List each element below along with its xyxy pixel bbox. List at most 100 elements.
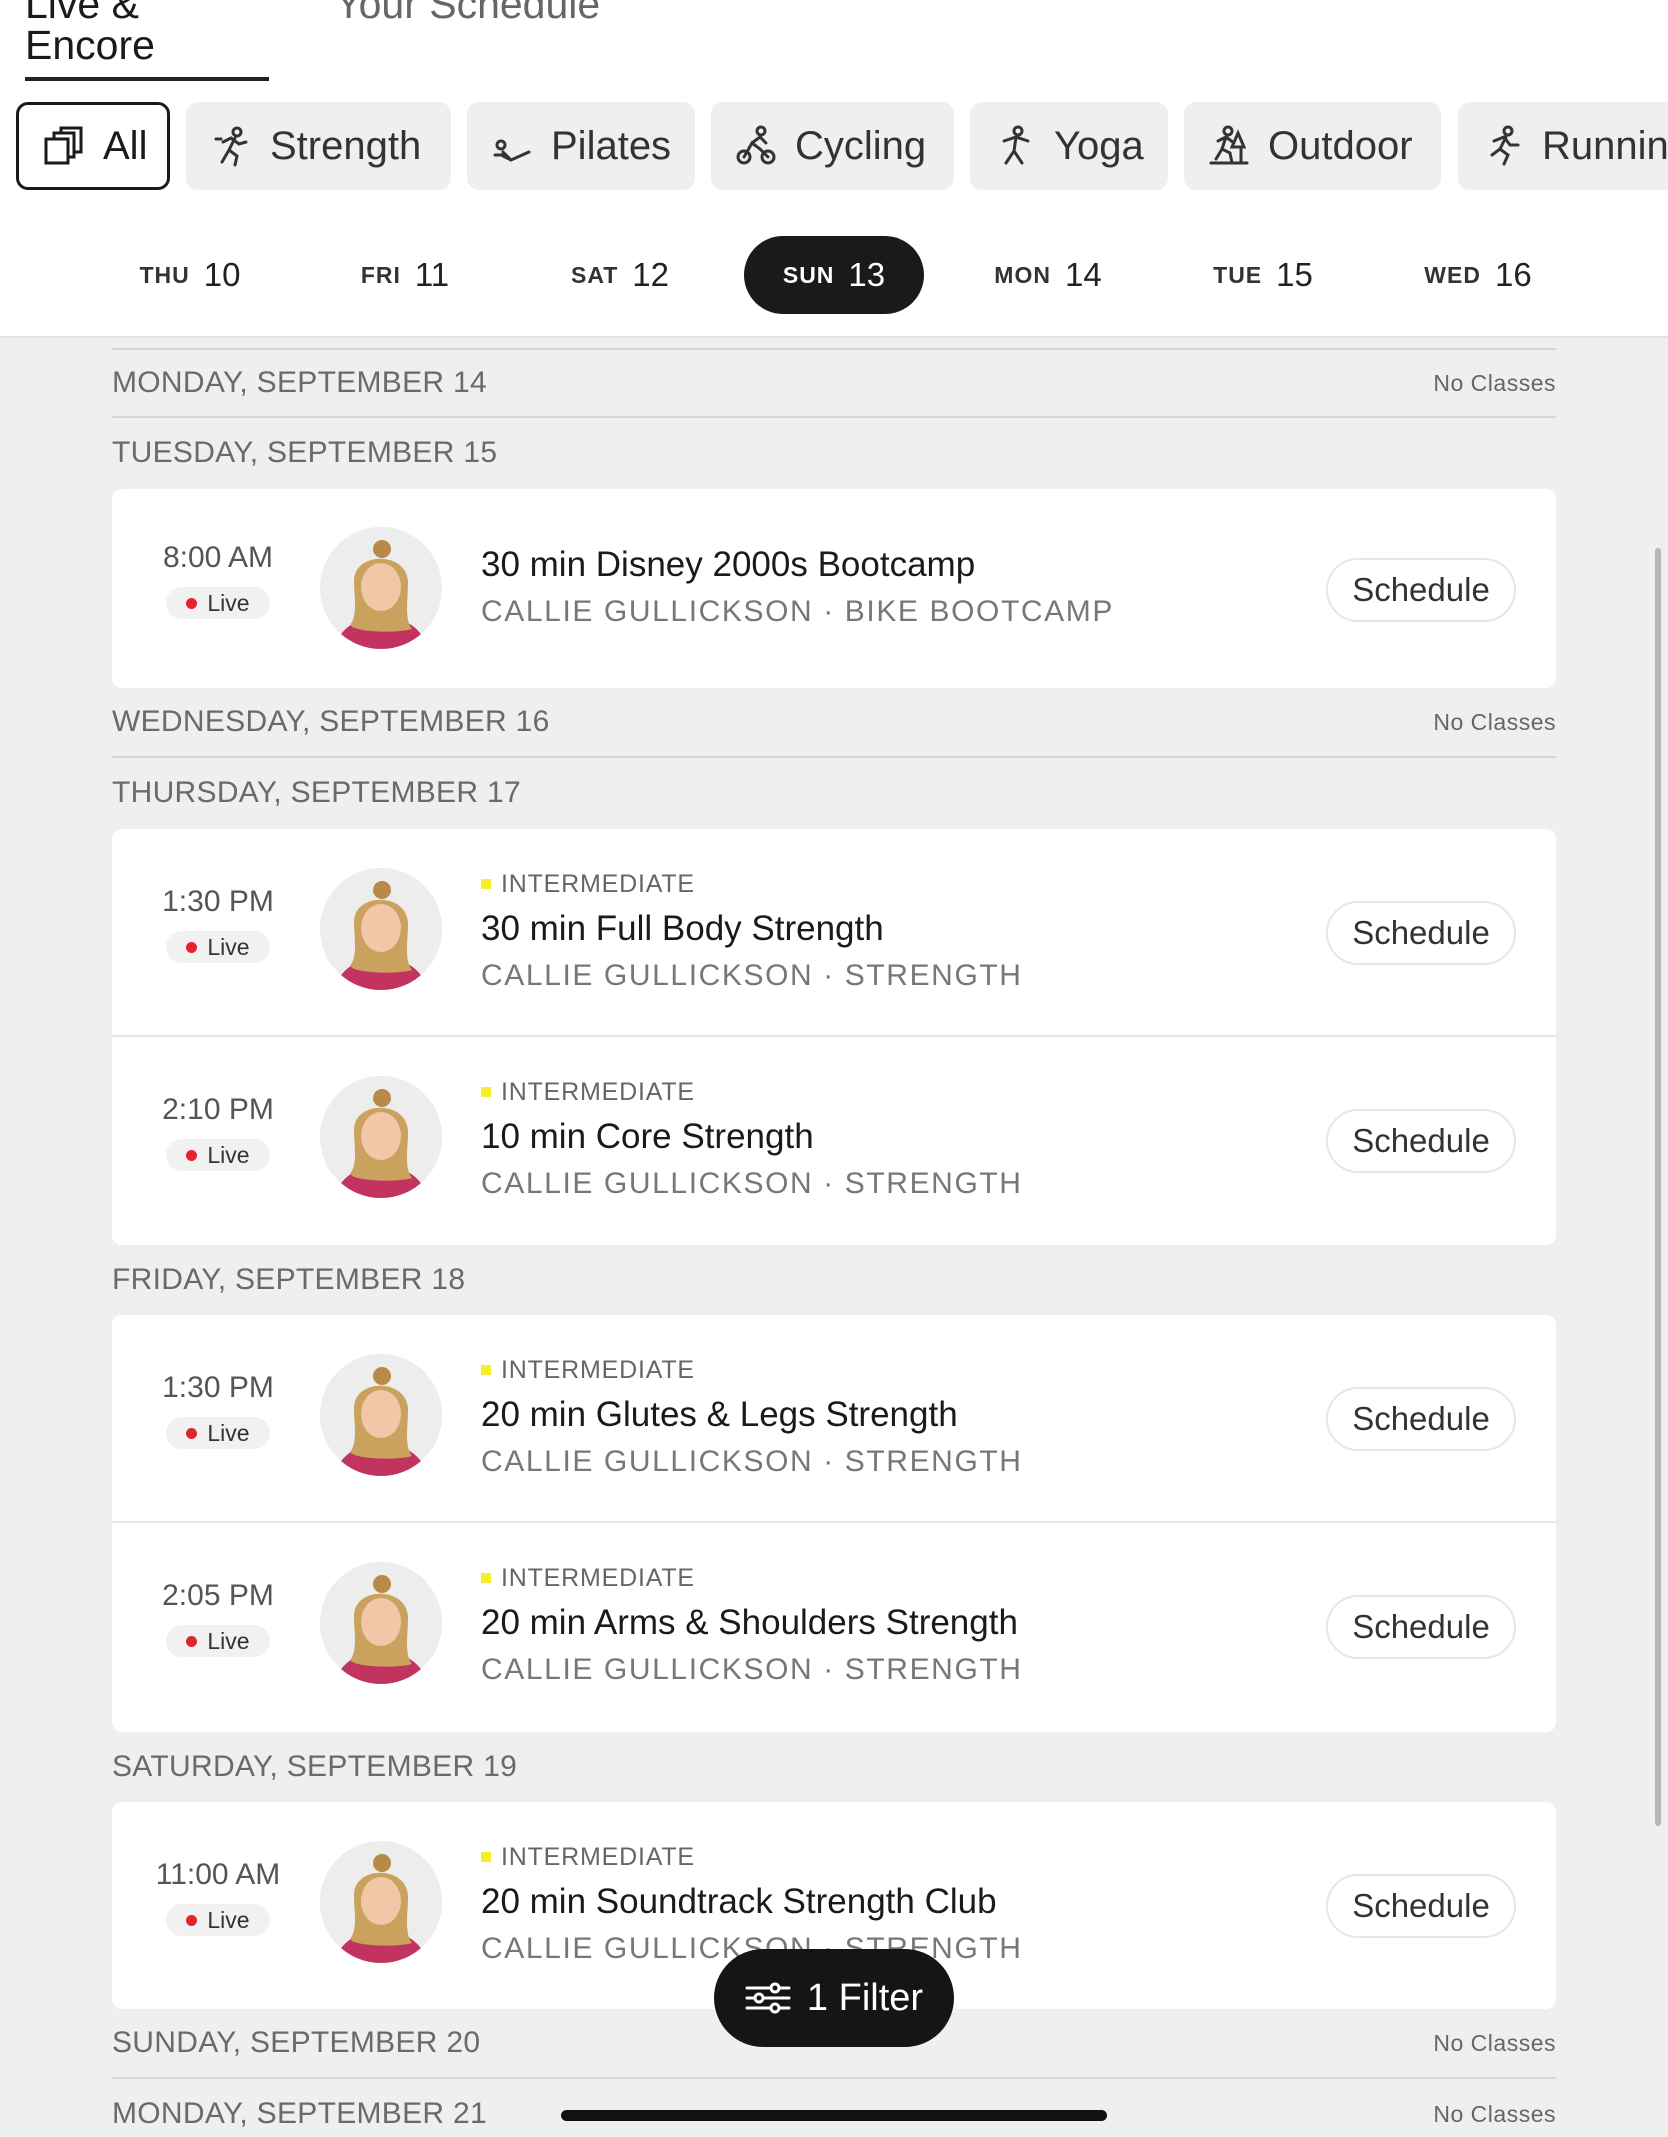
class-info: INTERMEDIATE 30 min Full Body Strength C… — [481, 869, 1023, 993]
class-card: 1:30 PM Live INTERMEDIATE 20 min Glutes … — [112, 1315, 1556, 1732]
pilates-person-icon — [489, 123, 535, 169]
tab-live-encore[interactable]: Live & Encore — [25, 0, 269, 82]
no-classes-label: No Classes — [1433, 369, 1556, 396]
class-meta: CALLIE GULLICKSON · STRENGTH — [481, 1445, 1023, 1478]
live-badge: Live — [166, 1417, 270, 1449]
yoga-person-icon — [992, 123, 1038, 169]
chip-label: Cycling — [795, 123, 927, 168]
day-of-week: TUE — [1213, 261, 1263, 288]
date-fri-11[interactable]: FRI 11 — [335, 236, 475, 314]
class-time: 11:00 AM — [155, 1858, 281, 1891]
live-label: Live — [207, 1419, 250, 1446]
schedule-button[interactable]: Schedule — [1326, 558, 1516, 622]
category-filter-bar: All Strength Pilates Cycling Yoga Outdoo… — [0, 102, 1668, 190]
tab-label: Your Schedule — [335, 0, 601, 27]
day-section-header: TUESDAY, SEPTEMBER 15 — [112, 418, 1556, 488]
day-section-header: MONDAY, SEPTEMBER 14 No Classes — [112, 348, 1556, 418]
chip-label: Strength — [270, 123, 422, 168]
category-chip-outdoor[interactable]: Outdoor — [1184, 102, 1441, 190]
day-section-header: SATURDAY, SEPTEMBER 19 — [112, 1732, 1556, 1802]
schedule-button[interactable]: Schedule — [1326, 1387, 1516, 1451]
date-thu-10[interactable]: THU 10 — [120, 236, 260, 314]
home-indicator — [561, 2110, 1107, 2121]
instructor-avatar — [320, 868, 442, 990]
category-chip-strength[interactable]: Strength — [186, 102, 451, 190]
category-chip-pilates[interactable]: Pilates — [467, 102, 695, 190]
instructor-avatar — [320, 527, 442, 649]
level-label: INTERMEDIATE — [501, 1563, 695, 1592]
schedule-button[interactable]: Schedule — [1326, 1874, 1516, 1938]
filter-button[interactable]: 1 Filter — [714, 1949, 954, 2047]
live-dot-icon — [186, 1427, 198, 1439]
category-chip-cycling[interactable]: Cycling — [711, 102, 954, 190]
date-sat-12[interactable]: SAT 12 — [550, 236, 690, 314]
chip-label: Yoga — [1054, 123, 1144, 168]
schedule-button[interactable]: Schedule — [1326, 901, 1516, 965]
scrollbar[interactable] — [1655, 548, 1661, 1826]
date-mon-14[interactable]: MON 14 — [978, 236, 1118, 314]
level-label: INTERMEDIATE — [501, 1842, 695, 1871]
category-chip-all[interactable]: All — [16, 102, 170, 190]
day-number: 14 — [1064, 256, 1102, 293]
no-classes-label: No Classes — [1433, 2029, 1556, 2056]
class-info: INTERMEDIATE 10 min Core Strength CALLIE… — [481, 1077, 1023, 1201]
date-sun-13[interactable]: SUN 13 — [744, 236, 924, 314]
tab-your-schedule[interactable]: Your Schedule — [335, 0, 600, 41]
instructor-avatar — [320, 1841, 442, 1963]
class-row[interactable]: 2:10 PM Live INTERMEDIATE 10 min Core St… — [112, 1037, 1556, 1245]
day-header-label: TUESDAY, SEPTEMBER 15 — [112, 436, 498, 469]
day-section-header: FRIDAY, SEPTEMBER 18 — [112, 1245, 1556, 1315]
instructor-avatar — [320, 1076, 442, 1198]
class-info: 30 min Disney 2000s Bootcamp CALLIE GULL… — [481, 545, 1114, 629]
class-level: INTERMEDIATE — [481, 1563, 1023, 1593]
date-wed-16[interactable]: WED 16 — [1408, 236, 1548, 314]
category-chip-yoga[interactable]: Yoga — [970, 102, 1168, 190]
class-card: 1:30 PM Live INTERMEDIATE 30 min Full Bo… — [112, 829, 1556, 1245]
schedule-button[interactable]: Schedule — [1326, 1109, 1516, 1173]
day-section-header: MONDAY, SEPTEMBER 21 No Classes — [112, 2079, 1556, 2137]
live-label: Live — [207, 1906, 250, 1933]
class-row[interactable]: 2:05 PM Live INTERMEDIATE 20 min Arms & … — [112, 1523, 1556, 1731]
live-label: Live — [207, 1141, 250, 1168]
chip-label: All — [103, 123, 148, 168]
class-title: 20 min Glutes & Legs Strength — [481, 1395, 958, 1434]
class-title: 20 min Arms & Shoulders Strength — [481, 1603, 1018, 1642]
schedule-button[interactable]: Schedule — [1326, 1595, 1516, 1659]
class-time: 2:05 PM — [162, 1579, 274, 1612]
level-label: INTERMEDIATE — [501, 1077, 695, 1106]
class-title: 30 min Full Body Strength — [481, 909, 884, 948]
day-section-header: THURSDAY, SEPTEMBER 17 — [112, 758, 1556, 828]
class-level: INTERMEDIATE — [481, 1077, 1023, 1107]
day-header-label: SUNDAY, SEPTEMBER 20 — [112, 2026, 481, 2059]
live-dot-icon — [186, 597, 198, 609]
class-level: INTERMEDIATE — [481, 1842, 1023, 1872]
class-row[interactable]: 1:30 PM Live INTERMEDIATE 20 min Glutes … — [112, 1315, 1556, 1523]
day-number: 13 — [848, 256, 886, 293]
class-row[interactable]: 8:00 AM Live 30 min Disney 2000s Bootcam… — [112, 489, 1556, 688]
day-header-label: MONDAY, SEPTEMBER 21 — [112, 2097, 487, 2130]
day-number: 15 — [1276, 256, 1313, 293]
level-marker-icon — [481, 1573, 491, 1583]
class-meta: CALLIE GULLICKSON · STRENGTH — [481, 1167, 1023, 1200]
class-title: 30 min Disney 2000s Bootcamp — [481, 545, 976, 584]
outdoor-person-icon — [1206, 123, 1252, 169]
category-chip-running[interactable]: Running — [1458, 102, 1668, 190]
level-marker-icon — [481, 1852, 491, 1862]
class-level: INTERMEDIATE — [481, 869, 1023, 899]
live-dot-icon — [186, 1635, 198, 1647]
day-header-label: THURSDAY, SEPTEMBER 17 — [112, 776, 521, 809]
running-person-icon — [1480, 123, 1526, 169]
date-tue-15[interactable]: TUE 15 — [1193, 236, 1333, 314]
chip-label: Pilates — [551, 123, 672, 168]
live-label: Live — [207, 1627, 250, 1654]
chip-label: Running — [1542, 123, 1668, 168]
class-meta: CALLIE GULLICKSON · BIKE BOOTCAMP — [481, 595, 1114, 628]
day-header-label: WEDNESDAY, SEPTEMBER 16 — [112, 705, 550, 738]
live-dot-icon — [186, 1149, 198, 1161]
day-of-week: WED — [1424, 261, 1481, 288]
live-badge: Live — [166, 1904, 270, 1936]
class-row[interactable]: 1:30 PM Live INTERMEDIATE 30 min Full Bo… — [112, 829, 1556, 1037]
no-classes-label: No Classes — [1433, 708, 1556, 735]
class-info: INTERMEDIATE 20 min Glutes & Legs Streng… — [481, 1355, 1023, 1479]
class-title: 10 min Core Strength — [481, 1117, 814, 1156]
